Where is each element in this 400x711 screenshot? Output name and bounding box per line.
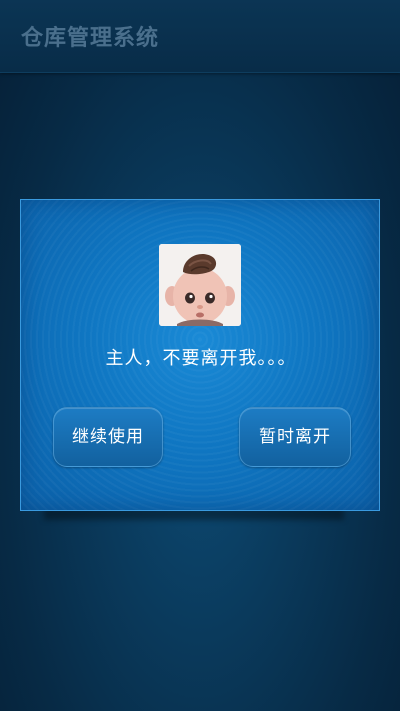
baby-avatar-icon xyxy=(159,244,241,326)
continue-button[interactable]: 继续使用 xyxy=(53,407,163,467)
app-title: 仓库管理系统 xyxy=(21,26,160,51)
dialog-message: 主人，不要离开我。。。 xyxy=(105,348,297,369)
leave-button[interactable]: 暂时离开 xyxy=(239,407,351,467)
app-header: 仓库管理系统 xyxy=(0,0,400,73)
exit-confirm-dialog: 主人，不要离开我。。。 继续使用 暂时离开 xyxy=(20,199,380,511)
